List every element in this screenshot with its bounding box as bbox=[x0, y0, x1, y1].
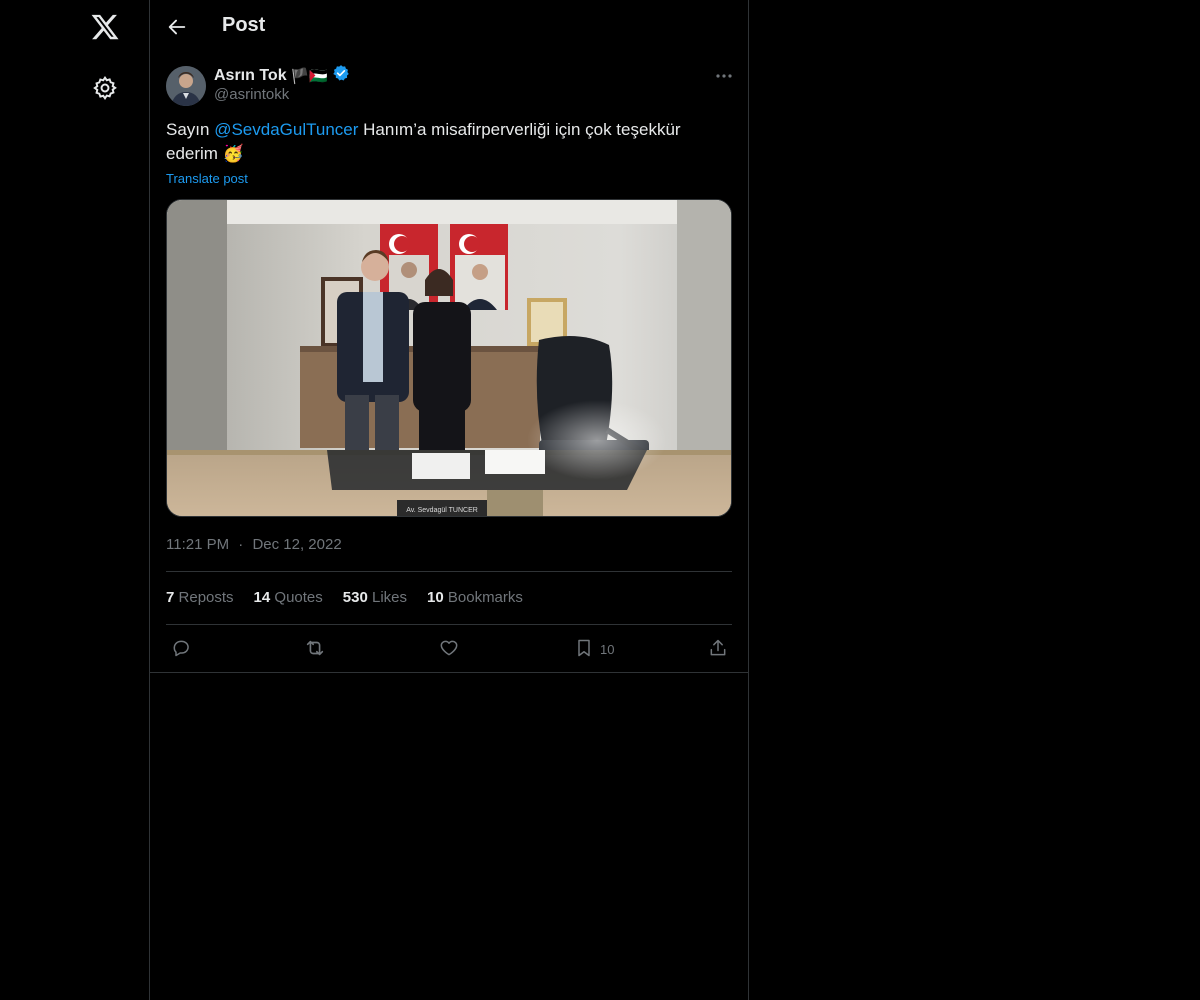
post-author: Asrın Tok 🏴🇵🇸 @asrintokk bbox=[166, 64, 734, 108]
quotes-count: 14 bbox=[253, 589, 271, 606]
nameplate-text: Av. Sevdagül TUNCER bbox=[406, 507, 478, 514]
verified-badge-icon[interactable] bbox=[332, 64, 350, 87]
left-navigation bbox=[0, 0, 150, 1000]
reposts-count: 7 bbox=[166, 589, 175, 606]
page-title: Post bbox=[222, 14, 266, 36]
post-stats: 7 Reposts 14 Quotes 530 Likes 10 Bookmar… bbox=[166, 589, 523, 606]
quotes-stat[interactable]: 14 Quotes bbox=[254, 589, 323, 606]
post-image[interactable]: Av. Sevdagül TUNCER bbox=[166, 199, 732, 517]
like-button[interactable] bbox=[439, 636, 459, 662]
repost-button[interactable] bbox=[304, 636, 326, 662]
bookmark-button[interactable]: 10 bbox=[574, 636, 614, 662]
arrow-left-icon[interactable] bbox=[166, 16, 188, 38]
likes-label: Likes bbox=[371, 589, 408, 606]
bookmarks-count: 10 bbox=[427, 589, 444, 606]
divider bbox=[166, 571, 732, 572]
divider bbox=[166, 624, 732, 625]
author-handle[interactable]: @asrintokk bbox=[214, 86, 289, 103]
post-date: Dec 12, 2022 bbox=[252, 536, 342, 553]
mention-link[interactable]: @SevdaGulTuncer bbox=[214, 120, 358, 139]
post-actions: 10 bbox=[166, 636, 732, 662]
more-options-icon[interactable] bbox=[714, 66, 734, 86]
bookmark-icon bbox=[574, 638, 594, 661]
translate-post-link[interactable]: Translate post bbox=[166, 171, 248, 186]
author-name-flags: 🏴🇵🇸 bbox=[290, 67, 328, 85]
reply-button[interactable] bbox=[171, 636, 191, 662]
bookmarks-stat[interactable]: 10 Bookmarks bbox=[427, 589, 523, 606]
post-text-start: Sayın bbox=[166, 120, 215, 139]
reply-icon bbox=[171, 638, 191, 661]
bookmark-count: 10 bbox=[600, 641, 615, 657]
quotes-label: Quotes bbox=[274, 589, 323, 606]
heart-icon bbox=[439, 638, 459, 661]
post-time: 11:21 PM bbox=[166, 536, 230, 553]
post-text: Sayın @SevdaGulTuncer Hanım’a misafirper… bbox=[166, 118, 726, 166]
page-header: Post bbox=[150, 0, 748, 54]
gear-icon[interactable] bbox=[92, 75, 118, 101]
author-name-row: Asrın Tok 🏴🇵🇸 bbox=[214, 64, 350, 87]
reposts-stat[interactable]: 7 Reposts bbox=[166, 589, 234, 606]
likes-count: 530 bbox=[342, 589, 368, 606]
likes-stat[interactable]: 530 Likes bbox=[343, 589, 407, 606]
author-name[interactable]: Asrın Tok bbox=[214, 67, 287, 85]
share-button[interactable] bbox=[708, 636, 728, 662]
share-icon bbox=[708, 638, 728, 661]
main-column: Post Asrın Tok 🏴🇵🇸 @asrintokk Sayın @Sev… bbox=[149, 0, 749, 1000]
reposts-label: Reposts bbox=[178, 589, 234, 606]
post-bottom-border bbox=[150, 672, 748, 673]
avatar[interactable] bbox=[166, 66, 206, 106]
post-timestamp[interactable]: 11:21 PM · Dec 12, 2022 bbox=[166, 536, 342, 553]
repost-icon bbox=[304, 637, 326, 662]
x-logo-icon[interactable] bbox=[90, 12, 120, 42]
timestamp-separator: · bbox=[238, 536, 244, 553]
bookmarks-label: Bookmarks bbox=[447, 589, 523, 606]
